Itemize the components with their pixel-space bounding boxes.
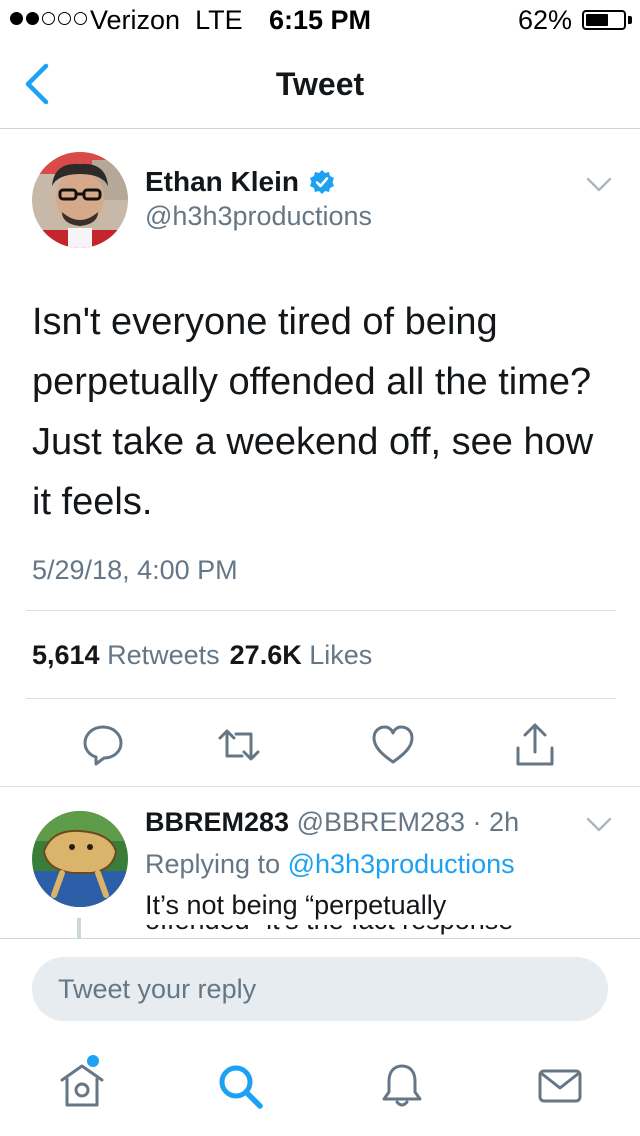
replying-to-handle-link[interactable]: @h3h3productions — [288, 849, 515, 879]
retweet-button[interactable] — [216, 722, 262, 768]
author-avatar[interactable] — [32, 152, 128, 248]
share-button[interactable] — [512, 722, 558, 768]
reply-text-line2: offended” it’s the fact response — [145, 925, 513, 936]
reply-composer — [0, 938, 640, 1037]
author-name[interactable]: Ethan Klein — [145, 166, 335, 198]
author-name-text: Ethan Klein — [145, 166, 300, 197]
page-title: Tweet — [275, 66, 365, 102]
notifications-icon — [382, 1064, 422, 1107]
retweet-label: Retweets — [107, 640, 220, 670]
replying-to-label: Replying to — [145, 849, 281, 879]
reply-separator: · — [465, 807, 490, 837]
reply-text: It’s not being “perpetually — [145, 890, 447, 920]
battery-tip — [628, 16, 632, 24]
home-icon — [60, 1064, 104, 1107]
author-handle[interactable]: @h3h3productions — [145, 201, 372, 232]
tweet-stats: 5,614 Retweets 27.6K Likes — [32, 640, 372, 671]
reply-author-name[interactable]: BBREM283 — [145, 807, 289, 837]
divider — [26, 610, 616, 611]
thread-line — [77, 918, 81, 940]
avatar-image — [32, 811, 128, 907]
tab-bar — [0, 1036, 640, 1136]
like-label: Likes — [309, 640, 373, 670]
divider — [0, 786, 640, 787]
tab-search[interactable] — [214, 1060, 266, 1112]
divider — [26, 698, 616, 699]
navigation-bar: Tweet — [0, 40, 640, 129]
reply-header: BBREM283 @BBREM283 · 2h — [145, 807, 519, 838]
heart-icon — [372, 725, 414, 764]
battery-icon — [582, 10, 626, 30]
chevron-down-icon[interactable] — [586, 176, 612, 194]
like-button[interactable] — [370, 722, 416, 768]
tweet-text: Isn't everyone tired of being perpetuall… — [32, 301, 594, 523]
retweet-stat[interactable]: 5,614 Retweets — [32, 640, 220, 671]
like-count: 27.6K — [229, 640, 302, 670]
retweet-icon — [218, 729, 260, 761]
reply-author-handle[interactable]: @BBREM283 — [297, 807, 465, 837]
tab-notifications[interactable] — [376, 1060, 428, 1112]
replying-to: Replying to @h3h3productions — [145, 849, 515, 880]
tab-messages[interactable] — [534, 1060, 586, 1112]
messages-icon — [538, 1069, 582, 1103]
battery-percent: 62% — [517, 5, 572, 35]
avatar-image — [32, 152, 128, 248]
search-icon — [219, 1065, 263, 1109]
reply-icon — [83, 725, 123, 766]
reply-text-overflow: offended” it’s the fact response — [145, 925, 605, 938]
status-bar: Verizon LTE 6:15 PM 62% — [0, 0, 640, 40]
notification-dot — [87, 1055, 99, 1067]
reply-input[interactable] — [32, 957, 608, 1021]
chevron-down-icon[interactable] — [586, 816, 612, 834]
tweet-timestamp: 5/29/18, 4:00 PM — [32, 555, 238, 585]
reply-time: 2h — [489, 807, 520, 837]
reply-button[interactable] — [80, 722, 126, 768]
verified-badge-icon — [310, 170, 335, 194]
share-icon — [516, 723, 554, 766]
reply-author-avatar[interactable] — [32, 811, 128, 907]
like-stat[interactable]: 27.6K Likes — [230, 640, 373, 671]
tab-home[interactable] — [56, 1060, 108, 1112]
retweet-count: 5,614 — [32, 640, 100, 670]
